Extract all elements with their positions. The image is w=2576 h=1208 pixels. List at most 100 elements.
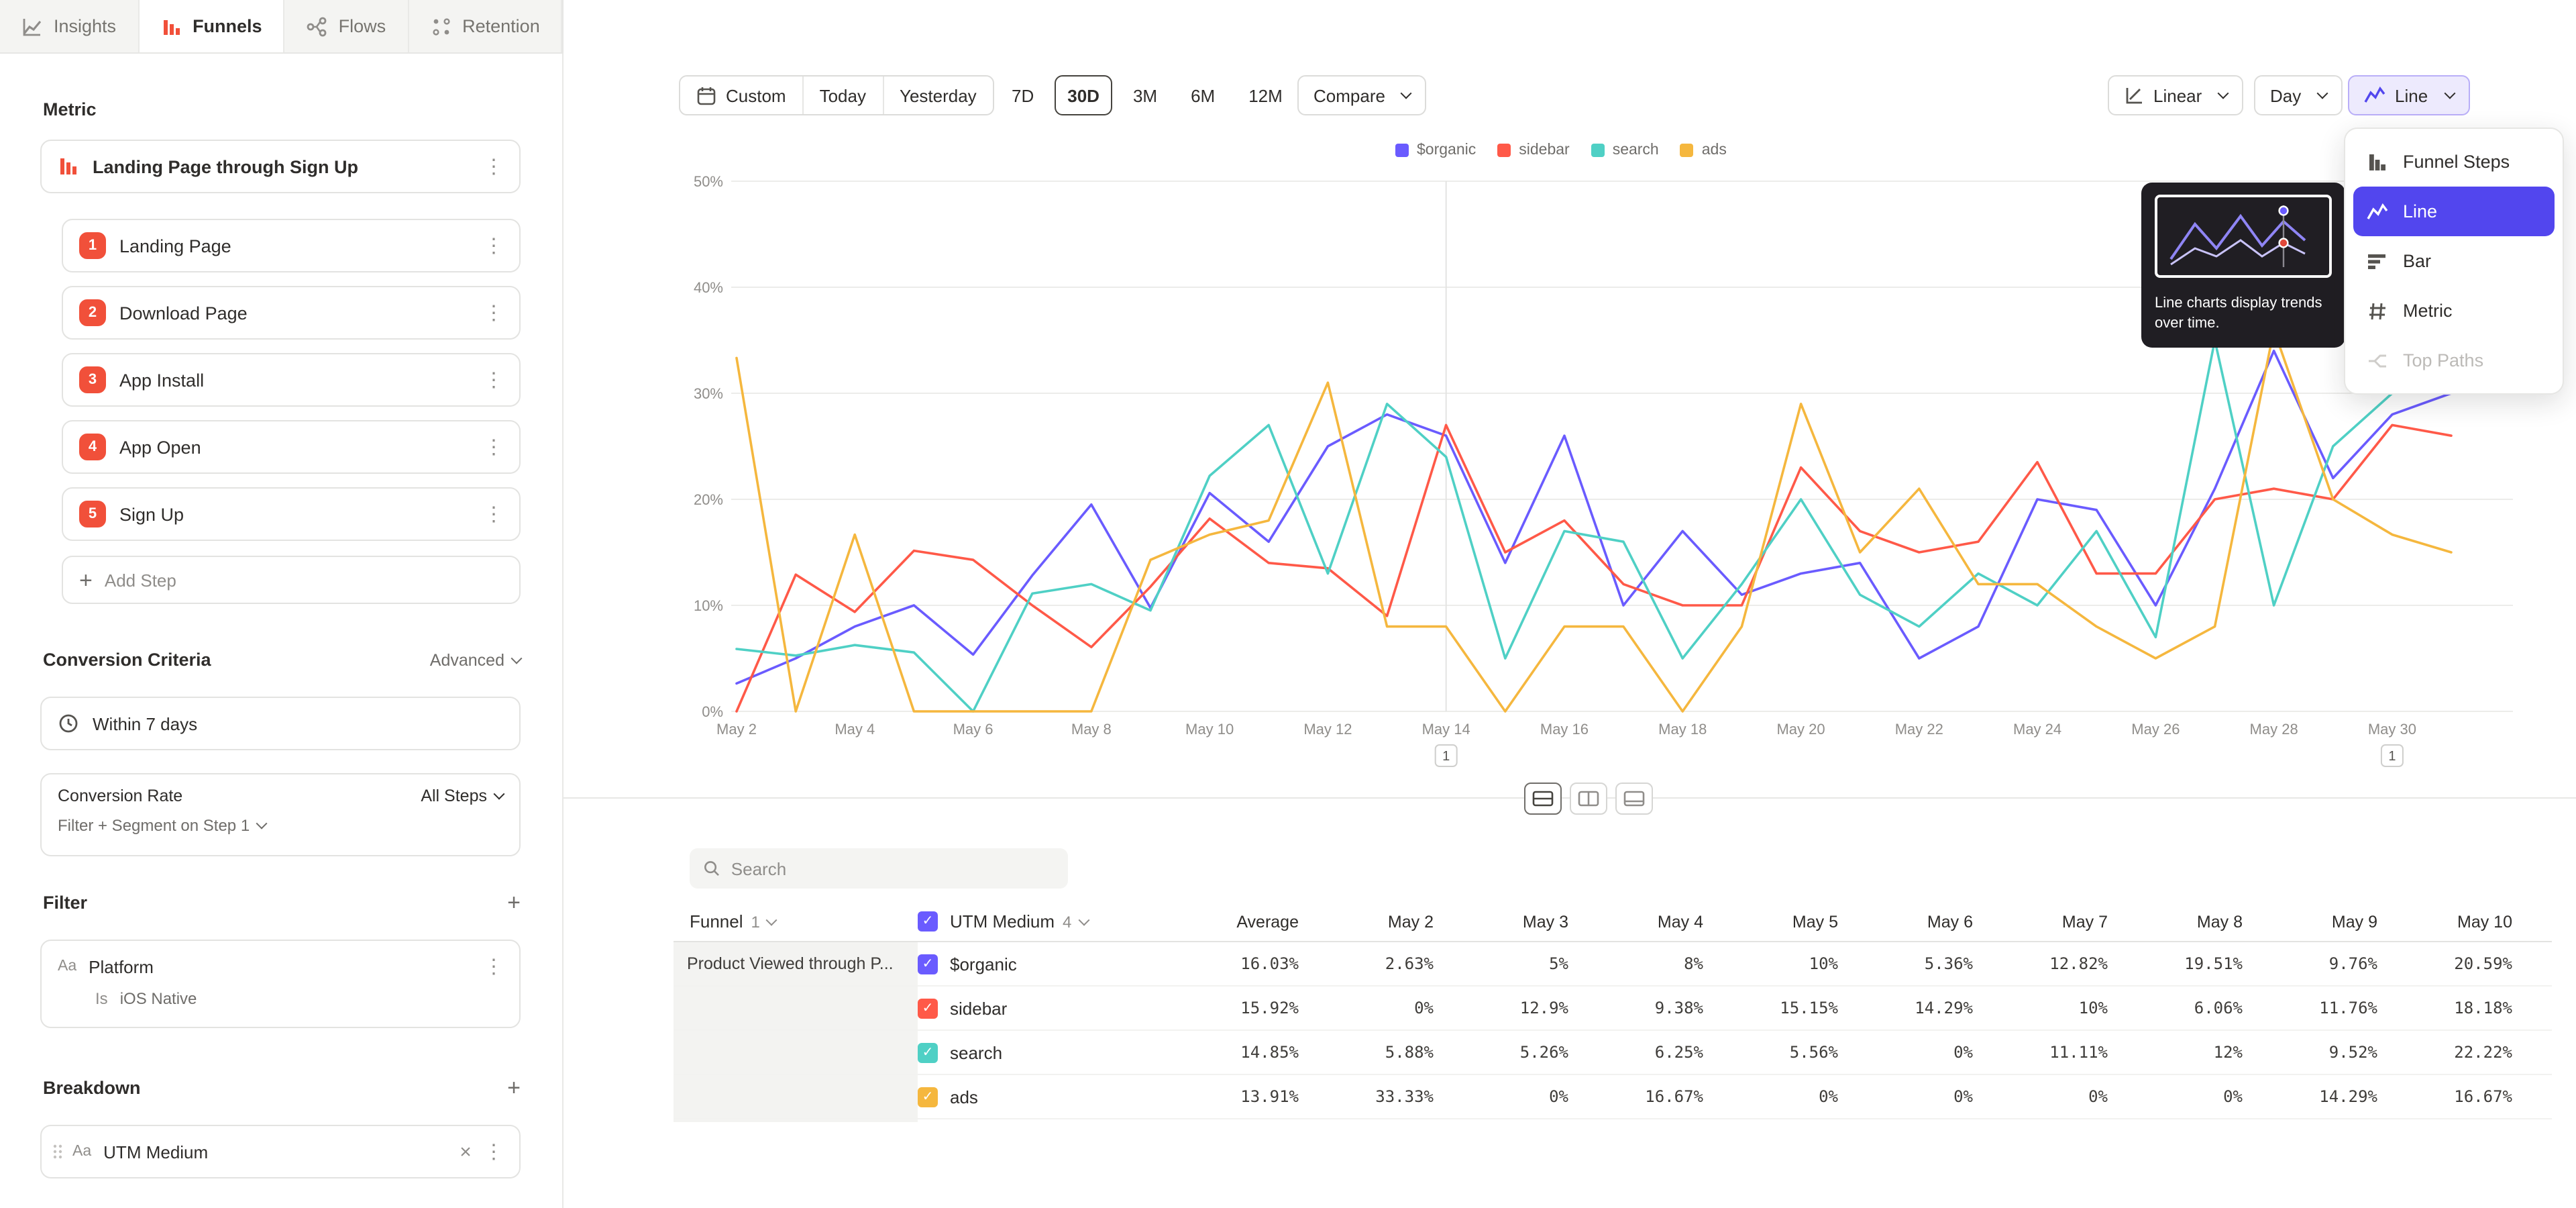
funnel-step-4[interactable]: 4 App Open ⋮ (62, 420, 521, 474)
table-row-organic[interactable]: ✓$organic16.03%2.63%5%8%10%5.36%12.82%19… (674, 942, 2552, 987)
table-row-search[interactable]: ✓search14.85%5.88%5.26%6.25%5.56%0%11.11… (674, 1031, 2552, 1075)
legend-item-ads[interactable]: ads (1680, 142, 1727, 158)
svg-text:May 30: May 30 (2368, 721, 2416, 738)
chart-type-tooltip: Line charts display trends over time. (2141, 183, 2345, 347)
select-all-checkbox[interactable]: ✓ (918, 911, 938, 932)
day-value-cell: 11.76% (2243, 999, 2377, 1017)
conversion-window-card[interactable]: Within 7 days (40, 697, 521, 750)
day-value-cell: 20.59% (2377, 954, 2512, 973)
legend-swatch (1497, 144, 1511, 157)
kebab-icon[interactable]: ⋮ (482, 435, 506, 459)
add-breakdown-button[interactable]: + (507, 1076, 521, 1099)
funnel-step-3[interactable]: 3 App Install ⋮ (62, 353, 521, 407)
advanced-dropdown[interactable]: Advanced (430, 650, 521, 669)
day-value-cell: 9.52% (2243, 1043, 2377, 1062)
day-value-cell: 0% (1838, 1087, 1973, 1106)
today-button[interactable]: Today (804, 77, 883, 114)
menu-item-top-paths[interactable]: Top Paths (2353, 336, 2555, 385)
day-value-cell: 12.82% (1973, 954, 2108, 973)
tooltip-text: Line charts display trends over time. (2155, 294, 2332, 334)
range-button-12m[interactable]: 12M (1235, 75, 1296, 115)
step-label: App Install (119, 370, 204, 390)
add-filter-button[interactable]: + (507, 891, 521, 914)
table-row-ads[interactable]: ✓ads13.91%33.33%0%16.67%0%0%0%0%14.29%16… (674, 1075, 2552, 1119)
tab-funnels[interactable]: Funnels (139, 0, 285, 52)
compare-button[interactable]: Compare (1297, 75, 1427, 115)
kebab-icon[interactable]: ⋮ (482, 301, 506, 325)
remove-breakdown-icon[interactable]: × (452, 1140, 479, 1163)
range-button-30d[interactable]: 30D (1054, 75, 1113, 115)
layout-columns-toggle[interactable] (1570, 783, 1607, 815)
utm-medium-column-dropdown[interactable]: ✓ UTM Medium 4 (918, 911, 1119, 932)
table-row-sidebar[interactable]: ✓sidebar15.92%0%12.9%9.38%15.15%14.29%10… (674, 987, 2552, 1031)
funnel-icon (58, 156, 79, 177)
kebab-icon[interactable]: ⋮ (482, 154, 506, 179)
day-value-cell: 6.06% (2108, 999, 2243, 1017)
search-input[interactable] (731, 858, 1055, 878)
filter-segment-dropdown[interactable]: Filter + Segment on Step 1 (58, 816, 503, 835)
series-checkbox[interactable]: ✓ (918, 1042, 938, 1062)
analytics-app: Insights Funnels Flows Retention Metric … (0, 0, 2576, 1208)
kebab-icon[interactable]: ⋮ (482, 368, 506, 392)
day-value-cell: 9.76% (2243, 954, 2377, 973)
filter-heading: Filter (43, 893, 87, 913)
menu-item-metric[interactable]: Metric (2353, 286, 2555, 336)
all-steps-dropdown[interactable]: All Steps (421, 787, 503, 805)
funnel-step-2[interactable]: 2 Download Page ⋮ (62, 286, 521, 340)
layout-rows-toggle[interactable] (1524, 783, 1562, 815)
svg-text:May 18: May 18 (1658, 721, 1707, 738)
filter-operator[interactable]: Is (95, 989, 108, 1008)
legend-item-search[interactable]: search (1591, 142, 1659, 158)
custom-date-button[interactable]: Custom (680, 77, 804, 114)
funnel-column-dropdown[interactable]: Funnel 1 (674, 911, 918, 932)
legend-item-organic[interactable]: $organic (1395, 142, 1476, 158)
funnel-step-5[interactable]: 5 Sign Up ⋮ (62, 487, 521, 541)
linear-scale-button[interactable]: Linear (2108, 75, 2243, 115)
series-checkbox[interactable]: ✓ (918, 1087, 938, 1107)
tab-retention[interactable]: Retention (409, 0, 563, 52)
table-body: Product Viewed through P... ✓$organic16.… (674, 942, 2552, 1119)
tab-insights[interactable]: Insights (0, 0, 139, 52)
chart-legend: $organic sidebar search ads (1395, 142, 1727, 158)
chart-type-button[interactable]: Line (2348, 75, 2469, 115)
svg-text:0%: 0% (702, 703, 723, 720)
range-button-3m[interactable]: 3M (1120, 75, 1171, 115)
filter-card[interactable]: Aa Platform ⋮ Is iOS Native (40, 940, 521, 1028)
day-value-cell: 5.26% (1434, 1043, 1568, 1062)
kebab-icon[interactable]: ⋮ (482, 954, 506, 978)
plus-icon: + (79, 568, 93, 591)
range-button-7d[interactable]: 7D (998, 75, 1047, 115)
menu-item-funnel-steps[interactable]: Funnel Steps (2353, 137, 2555, 187)
menu-item-bar[interactable]: Bar (2353, 236, 2555, 286)
average-value-cell: 14.85% (1119, 1043, 1299, 1062)
legend-label: sidebar (1519, 142, 1569, 158)
filter-value[interactable]: iOS Native (120, 989, 197, 1008)
svg-text:40%: 40% (694, 279, 723, 296)
funnel-step-1[interactable]: 1 Landing Page ⋮ (62, 219, 521, 272)
series-checkbox[interactable]: ✓ (918, 998, 938, 1018)
svg-text:May 16: May 16 (1540, 721, 1589, 738)
series-checkbox[interactable]: ✓ (918, 954, 938, 974)
layout-columns-icon (1578, 791, 1599, 807)
add-step-button[interactable]: + Add Step (62, 556, 521, 604)
svg-text:May 28: May 28 (2250, 721, 2298, 738)
conversion-rate-label: Conversion Rate (58, 787, 182, 805)
yesterday-button[interactable]: Yesterday (883, 77, 993, 114)
kebab-icon[interactable]: ⋮ (482, 502, 506, 526)
range-button-6m[interactable]: 6M (1177, 75, 1228, 115)
tab-flows[interactable]: Flows (285, 0, 409, 52)
day-value-cell: 10% (1703, 954, 1838, 973)
menu-item-label: Line (2403, 201, 2437, 221)
interval-day-button[interactable]: Day (2254, 75, 2343, 115)
layout-toggle-group (1524, 783, 1653, 815)
layout-bottom-toggle[interactable] (1615, 783, 1653, 815)
legend-item-sidebar[interactable]: sidebar (1497, 142, 1569, 158)
day-value-cell: 0% (1434, 1087, 1568, 1106)
column-header-may-9: May 9 (2243, 912, 2377, 931)
menu-item-line[interactable]: Line (2353, 187, 2555, 236)
breakdown-card[interactable]: Aa UTM Medium × ⋮ (40, 1125, 521, 1178)
funnel-metric-card[interactable]: Landing Page through Sign Up ⋮ (40, 140, 521, 193)
kebab-icon[interactable]: ⋮ (482, 1140, 506, 1164)
drag-handle-icon[interactable] (52, 1142, 63, 1161)
kebab-icon[interactable]: ⋮ (482, 234, 506, 258)
